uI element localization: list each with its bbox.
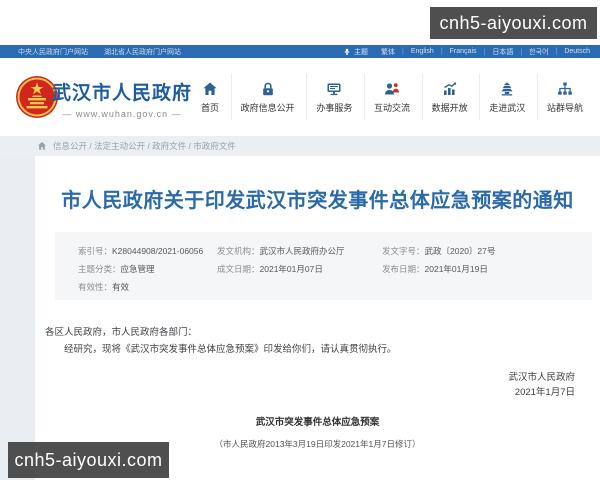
- link-central-gov[interactable]: 中央人民政府门户网站: [18, 47, 88, 57]
- watermark-text: cnh5-aiyouxi.com: [439, 12, 588, 33]
- document-title: 市人民政府关于印发武汉市突发事件总体应急预案的通知: [61, 190, 574, 212]
- lang-traditional[interactable]: 繁体: [381, 47, 395, 57]
- signature-block: 武汉市人民政府 2021年1月7日: [45, 370, 590, 400]
- site-header: 武汉市人民政府 — www.wuhan.gov.cn — 首页 政府信息公开 办…: [0, 58, 600, 136]
- document-card: 市人民政府关于印发武汉市突发事件总体应急预案的通知 索引号：K28044908/…: [35, 156, 600, 480]
- nav-item-about-wuhan[interactable]: 走进武汉: [479, 74, 534, 120]
- topbar-language-switcher: 主题 繁体 English Français 日本語 한국어 Deutsch: [343, 47, 590, 57]
- home-icon: [202, 81, 218, 97]
- watermark-badge-top: cnh5-aiyouxi.com: [430, 7, 597, 39]
- nav-item-home[interactable]: 首页: [192, 74, 228, 120]
- document-body: 各区人民政府，市人民政府各部门： 经研究，现将《武汉市突发事件总体应急预案》印发…: [45, 324, 590, 453]
- theme-label: 主题: [354, 48, 369, 56]
- attachment-title: 武汉市突发事件总体应急预案: [255, 417, 380, 428]
- breadcrumb-path[interactable]: 信息公开 / 法定主动公开 / 政府文件 / 市政府文件: [53, 140, 236, 152]
- chart-icon: [442, 81, 458, 97]
- meta-document-number: 发文字号：武政〔2020〕27号: [382, 246, 496, 256]
- people-icon: [384, 81, 400, 97]
- link-hubei-gov[interactable]: 湖北省人民政府门户网站: [104, 47, 181, 57]
- lang-english[interactable]: English: [402, 48, 434, 55]
- nav-label: 互动交流: [373, 102, 410, 113]
- lang-korean[interactable]: 한국어: [520, 47, 548, 57]
- lang-french[interactable]: Français: [441, 48, 477, 55]
- nav-item-gov-info-disclosure[interactable]: 政府信息公开: [230, 74, 304, 120]
- nav-item-services[interactable]: 办事服务: [306, 74, 361, 120]
- lock-icon: [260, 81, 276, 97]
- site-identity: 武汉市人民政府 — www.wuhan.gov.cn —: [52, 78, 192, 119]
- breadcrumb-home-icon[interactable]: [37, 141, 47, 151]
- nav-label: 站群导航: [546, 102, 583, 113]
- nav-label: 政府信息公开: [240, 102, 295, 113]
- theme-entry[interactable]: 主题: [343, 47, 368, 57]
- document-meta-table: 索引号：K28044908/2021-06056 发文机构：武汉市人民政府办公厅…: [55, 232, 592, 300]
- meta-index-number: 索引号：K28044908/2021-06056: [78, 246, 204, 256]
- body-paragraph: 经研究，现将《武汉市突发事件总体应急预案》印发给你们，请认真贯彻执行。: [64, 344, 397, 355]
- signature-org: 武汉市人民政府: [508, 372, 575, 383]
- nav-label: 首页: [201, 102, 220, 113]
- nav-label: 走进武汉: [489, 102, 526, 113]
- meta-validity: 有效性：有效: [78, 282, 130, 292]
- sitemap-icon: [557, 81, 573, 97]
- meta-written-date: 成文日期：2021年01月07日: [217, 264, 323, 274]
- nav-label: 办事服务: [316, 102, 353, 113]
- lang-german[interactable]: Deutsch: [555, 48, 590, 55]
- accessibility-icon: [344, 48, 350, 55]
- monitor-icon: [326, 81, 342, 97]
- site-name[interactable]: 武汉市人民政府: [52, 78, 192, 105]
- topbar: 中央人民政府门户网站 湖北省人民政府门户网站 主题 繁体 English Fra…: [0, 45, 600, 58]
- meta-publish-date: 发布日期：2021年01月19日: [382, 264, 488, 274]
- nav-item-site-directory[interactable]: 站群导航: [536, 74, 592, 120]
- meta-issuing-agency: 发文机构：武汉市人民政府办公厅: [217, 246, 345, 256]
- topbar-links: 中央人民政府门户网站 湖北省人民政府门户网站: [18, 47, 181, 57]
- tower-icon: [499, 81, 515, 97]
- meta-topic-category: 主题分类：应急管理: [78, 264, 155, 274]
- breadcrumb: 信息公开 / 法定主动公开 / 政府文件 / 市政府文件: [0, 136, 600, 156]
- page: cnh5-aiyouxi.com 中央人民政府门户网站 湖北省人民政府门户网站 …: [0, 0, 600, 480]
- lang-japanese[interactable]: 日本語: [484, 47, 513, 57]
- nav-item-interaction[interactable]: 互动交流: [363, 74, 419, 120]
- signature-date: 2021年1月7日: [514, 387, 575, 398]
- watermark-badge-bottom: cnh5-aiyouxi.com: [8, 442, 169, 478]
- watermark-text: cnh5-aiyouxi.com: [14, 449, 163, 470]
- body-salutation: 各区人民政府，市人民政府各部门：: [45, 327, 198, 338]
- nav-label: 数据开放: [431, 102, 468, 113]
- site-url: — www.wuhan.gov.cn —: [62, 109, 182, 119]
- nav-item-open-data[interactable]: 数据开放: [421, 74, 477, 120]
- main-nav: 首页 政府信息公开 办事服务 互动交流 数据开放 走进武汉 站群导航: [192, 58, 592, 136]
